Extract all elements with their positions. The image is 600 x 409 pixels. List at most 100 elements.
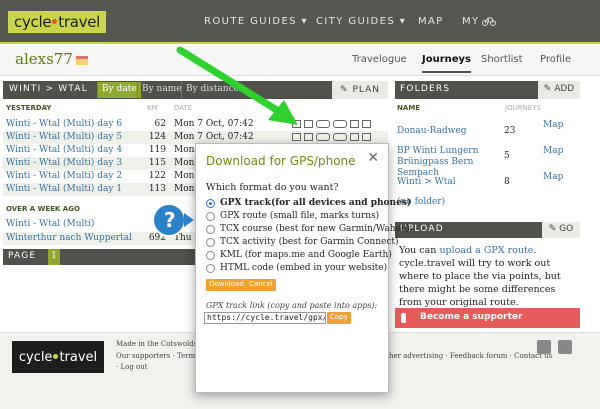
copy-button[interactable]: Copy bbox=[327, 312, 351, 324]
footer-links-right[interactable]: her advertising · Feedback forum · Conta… bbox=[389, 352, 552, 360]
folder-link[interactable]: BP Winti Lungern Brünigpass Bern Sempach bbox=[397, 146, 501, 179]
username: alexs77 bbox=[15, 50, 88, 68]
section-over-a-week-ago: OVER A WEEK AGO bbox=[6, 205, 80, 213]
radio-tcx-activity[interactable] bbox=[206, 237, 215, 247]
journey-name[interactable]: Winti - Wtal (Multi) day 2 bbox=[6, 171, 122, 181]
journey-name[interactable]: Winterthur nach Wuppertal bbox=[6, 233, 132, 243]
tab-profile[interactable]: Profile bbox=[540, 54, 571, 65]
cake-icon bbox=[75, 55, 88, 65]
tab-travelogue[interactable]: Travelogue bbox=[352, 54, 407, 65]
page-1-button[interactable]: 1 bbox=[48, 249, 60, 265]
go-button[interactable]: ✎ GO bbox=[542, 222, 580, 238]
nav-city-guides[interactable]: CITY GUIDES ▾ bbox=[316, 16, 406, 27]
journey-date: Mon bbox=[174, 158, 195, 168]
footer-logo[interactable]: cycle travel bbox=[12, 341, 104, 373]
top-navbar: cycle travel ROUTE GUIDES ▾ CITY GUIDES … bbox=[0, 0, 600, 44]
option-gpx-track[interactable]: GPX track (for all devices and phones) bbox=[206, 198, 411, 208]
logo-dot bbox=[52, 18, 58, 24]
trash-icon[interactable] bbox=[350, 120, 359, 128]
folder-map-link[interactable]: Map bbox=[543, 120, 563, 130]
folder-count: 8 bbox=[504, 177, 510, 187]
option-label: HTML code (embed in your website) bbox=[220, 263, 388, 273]
trash-icon[interactable] bbox=[350, 133, 359, 141]
folder-map-link[interactable]: Map bbox=[543, 172, 563, 182]
plan-label: PLAN bbox=[352, 85, 381, 95]
checkbox-icon[interactable] bbox=[362, 120, 371, 128]
footer-logo-dot bbox=[53, 353, 59, 359]
link-label: GPX track link (copy and paste into apps… bbox=[206, 301, 378, 310]
download-button[interactable]: Download bbox=[206, 279, 247, 291]
journey-date: Mon bbox=[174, 184, 195, 194]
pencil-icon: ✎ bbox=[543, 84, 555, 94]
folders-header: FOLDERS ✎ ADD bbox=[395, 81, 580, 99]
radio-kml[interactable] bbox=[206, 250, 215, 260]
option-tcx-course[interactable]: TCX course (best for new Garmin/Wahoo) bbox=[206, 224, 410, 234]
close-icon[interactable]: ✕ bbox=[367, 150, 379, 166]
nav-my[interactable]: MY bbox=[462, 16, 480, 27]
become-supporter-button[interactable]: Become a supporter bbox=[395, 308, 580, 328]
username-text: alexs77 bbox=[15, 50, 73, 68]
option-tcx-activity[interactable]: TCX activity (best for Garmin Connect) bbox=[206, 237, 399, 247]
tab-shortlist[interactable]: Shortlist bbox=[481, 54, 523, 65]
option-label: GPX route (small file, marks turns) bbox=[220, 211, 380, 221]
gpx-link-field[interactable]: https://cycle.travel/gpx/ bbox=[204, 312, 326, 324]
upload-gpx-link[interactable]: upload a GPX route bbox=[439, 245, 533, 256]
journey-name[interactable]: Winti - Wtal (Multi) day 5 bbox=[6, 132, 122, 142]
option-html[interactable]: HTML code (embed in your website) bbox=[206, 263, 387, 273]
bicycle-icon[interactable] bbox=[482, 16, 496, 26]
folder-count: 23 bbox=[504, 126, 516, 136]
folders-title: FOLDERS bbox=[400, 84, 451, 94]
twitter-icon[interactable] bbox=[537, 340, 551, 354]
radio-html[interactable] bbox=[206, 263, 215, 273]
journey-date: Mon bbox=[174, 145, 195, 155]
plan-button[interactable]: ✎ PLAN bbox=[332, 81, 388, 99]
journeys-title: WINTI > WTAL bbox=[9, 84, 88, 94]
cancel-button[interactable]: Cancel bbox=[246, 279, 276, 291]
journey-name[interactable]: Winti - Wtal (Multi) day 3 bbox=[6, 158, 122, 168]
site-logo[interactable]: cycle travel bbox=[8, 11, 106, 33]
logout-link[interactable]: · Log out bbox=[116, 363, 148, 371]
pencil-icon: ✎ bbox=[548, 224, 560, 234]
glasses-icon[interactable] bbox=[333, 120, 347, 128]
footer-logo-right: travel bbox=[59, 349, 98, 365]
go-label: GO bbox=[559, 224, 574, 234]
add-label: ADD bbox=[554, 84, 575, 94]
facebook-icon[interactable] bbox=[558, 340, 572, 354]
folder-link[interactable]: Winti > Wtal bbox=[397, 177, 456, 187]
checkbox-icon[interactable] bbox=[362, 133, 371, 141]
journey-name[interactable]: Winti - Wtal (Multi) day 6 bbox=[6, 119, 122, 129]
radio-tcx-course[interactable] bbox=[206, 224, 215, 234]
help-icon: ? bbox=[152, 203, 186, 237]
journey-km: 119 bbox=[148, 145, 166, 155]
journey-name[interactable]: Winti - Wtal (Multi) bbox=[6, 219, 94, 229]
folder-map-link[interactable]: Map bbox=[543, 146, 563, 156]
nav-map[interactable]: MAP bbox=[418, 16, 444, 27]
journey-date: Mon bbox=[174, 171, 195, 181]
journey-km: 124 bbox=[148, 132, 166, 142]
glasses-icon[interactable] bbox=[333, 133, 347, 141]
page-label: PAGE bbox=[8, 251, 37, 261]
option-label: (for all devices and phones) bbox=[271, 198, 412, 208]
logo-text-right: travel bbox=[58, 13, 100, 31]
nav-route-guides[interactable]: ROUTE GUIDES ▾ bbox=[204, 16, 308, 27]
journey-km: 62 bbox=[154, 119, 166, 129]
help-pointer bbox=[184, 213, 194, 227]
option-kml[interactable]: KML (for maps.me and Google Earth) bbox=[206, 250, 392, 260]
col-journeys: JOURNEYS bbox=[505, 104, 541, 112]
folder-link[interactable]: Donau-Radweg bbox=[397, 126, 467, 136]
glasses-icon[interactable] bbox=[316, 120, 330, 128]
tab-journeys[interactable]: Journeys bbox=[422, 54, 472, 73]
option-label-bold: GPX track bbox=[220, 198, 272, 208]
option-gpx-route[interactable]: GPX route (small file, marks turns) bbox=[206, 211, 379, 221]
radio-gpx-track[interactable] bbox=[206, 198, 215, 208]
glasses-icon[interactable] bbox=[316, 133, 330, 141]
radio-gpx-route[interactable] bbox=[206, 211, 215, 221]
journey-km: 113 bbox=[148, 184, 166, 194]
journey-name[interactable]: Winti - Wtal (Multi) day 4 bbox=[6, 145, 122, 155]
journey-name[interactable]: Winti - Wtal (Multi) day 1 bbox=[6, 184, 122, 194]
format-question: Which format do you want? bbox=[206, 182, 339, 193]
footer-logo-left: cycle bbox=[18, 349, 53, 365]
sort-by-date[interactable]: By date bbox=[97, 82, 141, 98]
add-folder-button[interactable]: ✎ ADD bbox=[538, 81, 580, 99]
upload-header: UPLOAD ✎ GO bbox=[395, 222, 580, 238]
